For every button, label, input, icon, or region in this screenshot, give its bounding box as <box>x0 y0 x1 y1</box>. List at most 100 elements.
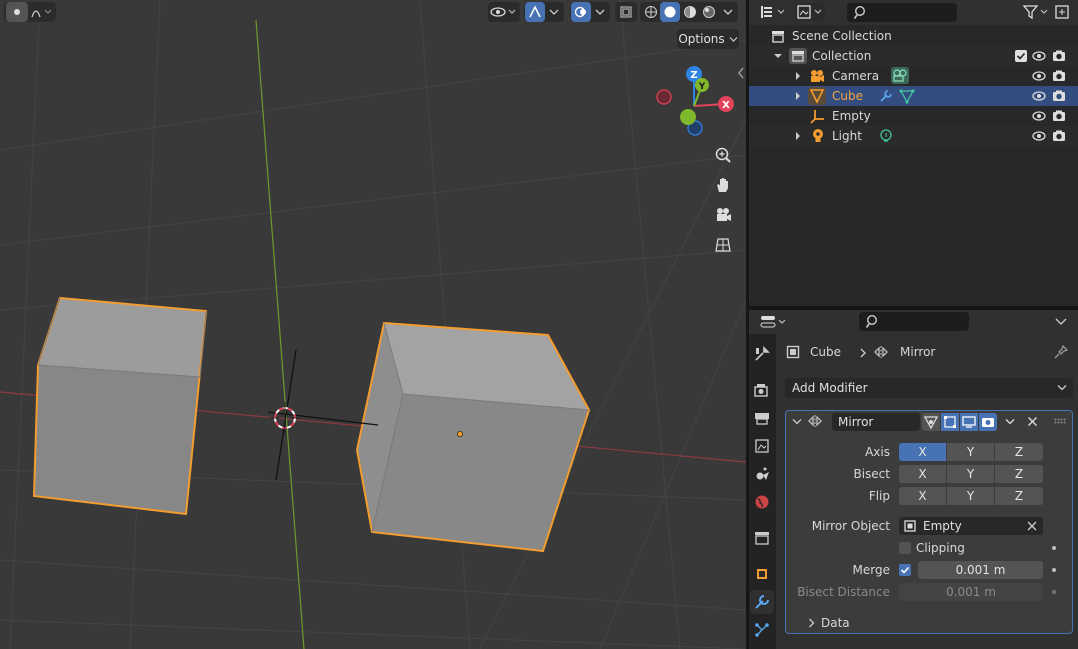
editor-type-icon[interactable] <box>759 313 789 331</box>
xray-toggle-icon[interactable] <box>615 2 637 22</box>
properties-content: Cube Mirror Add Modifier Mirror Axis X Y… <box>776 334 1078 649</box>
tool-tab-icon[interactable] <box>750 342 774 366</box>
bisect-distance-field[interactable]: 0.001 m <box>899 583 1043 601</box>
wireframe-shading-icon[interactable] <box>641 2 660 22</box>
output-tab-icon[interactable] <box>750 406 774 430</box>
camera-data-icon[interactable] <box>891 67 909 84</box>
collection-tab-icon[interactable] <box>750 526 774 550</box>
outliner-search-input[interactable] <box>847 3 957 22</box>
solid-shading-icon[interactable] <box>660 2 680 22</box>
data-subpanel-label[interactable]: Data <box>821 616 850 630</box>
gizmo-toggle-icon[interactable] <box>525 2 545 22</box>
overlays-toggle-icon[interactable] <box>571 2 591 22</box>
render-camera-icon[interactable] <box>1052 49 1066 63</box>
outliner-row-collection[interactable]: Collection <box>749 46 1078 66</box>
y-axis-line <box>255 19 305 649</box>
options-button[interactable]: Options <box>677 29 739 49</box>
light-data-icon[interactable] <box>879 129 893 143</box>
viewport-scene[interactable] <box>0 0 746 649</box>
axis-z-toggle[interactable]: Z <box>995 443 1043 461</box>
properties-tabs <box>749 334 776 649</box>
edit-mode-toggle-icon[interactable] <box>941 413 959 431</box>
keyframe-dot-icon[interactable] <box>1052 546 1056 550</box>
eye-icon[interactable] <box>1032 50 1046 62</box>
outliner-row-scene-collection[interactable]: Scene Collection <box>749 26 1078 46</box>
properties-search-input[interactable] <box>859 312 969 331</box>
navigation-gizmo[interactable]: Z Y X <box>650 64 740 140</box>
bisect-x-toggle[interactable]: X <box>899 465 946 483</box>
wrench-icon[interactable] <box>879 89 893 103</box>
modifier-tab-icon[interactable] <box>750 590 774 614</box>
chevron-down-icon[interactable] <box>1055 317 1067 327</box>
gizmo-dropdown-icon[interactable] <box>546 2 562 22</box>
flip-x-toggle[interactable]: X <box>899 487 946 505</box>
eye-icon[interactable] <box>1032 70 1046 82</box>
render-camera-icon[interactable] <box>1052 129 1066 143</box>
mirror-object-field[interactable]: Empty <box>899 517 1043 535</box>
new-collection-icon[interactable] <box>1053 3 1073 21</box>
rendered-shading-icon[interactable] <box>699 2 718 22</box>
mirror-modifier-icon <box>808 415 822 427</box>
modifier-menu-chevron-icon[interactable] <box>1005 418 1015 426</box>
eye-icon[interactable] <box>1032 110 1046 122</box>
render-toggle-icon[interactable] <box>979 413 997 431</box>
eye-icon[interactable] <box>1032 90 1046 102</box>
exclude-checkbox[interactable] <box>1015 50 1027 62</box>
render-tab-icon[interactable] <box>750 378 774 402</box>
outliner-row-empty[interactable]: Empty <box>749 106 1078 126</box>
expand-arrow-icon[interactable] <box>793 91 803 101</box>
flip-y-toggle[interactable]: Y <box>947 487 994 505</box>
world-tab-icon[interactable] <box>750 490 774 514</box>
keyframe-dot-icon[interactable] <box>1052 590 1056 594</box>
bisect-z-toggle[interactable]: Z <box>995 465 1043 483</box>
clipping-checkbox[interactable] <box>899 542 911 554</box>
keyframe-dot-icon[interactable] <box>1052 568 1056 572</box>
outliner-row-light[interactable]: Light <box>749 126 1078 146</box>
shading-dropdown-icon[interactable] <box>719 2 737 22</box>
zoom-icon[interactable] <box>710 142 736 168</box>
view-layer-tab-icon[interactable] <box>750 434 774 458</box>
outliner-row-cube[interactable]: Cube <box>749 86 1078 106</box>
collapse-arrow-icon[interactable] <box>773 51 783 61</box>
hand-pan-icon[interactable] <box>710 172 736 198</box>
close-icon[interactable] <box>1027 416 1038 427</box>
add-modifier-dropdown[interactable]: Add Modifier <box>785 378 1073 398</box>
eye-icon[interactable] <box>1032 130 1046 142</box>
render-camera-icon[interactable] <box>1052 89 1066 103</box>
expand-arrow-icon[interactable] <box>793 131 803 141</box>
material-preview-shading-icon[interactable] <box>680 2 699 22</box>
pin-icon[interactable] <box>1054 345 1068 359</box>
flip-z-toggle[interactable]: Z <box>995 487 1043 505</box>
particles-tab-icon[interactable] <box>750 618 774 642</box>
merge-checkbox[interactable] <box>899 564 911 576</box>
render-camera-icon[interactable] <box>1052 109 1066 123</box>
bisect-y-toggle[interactable]: Y <box>947 465 994 483</box>
mesh-data-icon[interactable] <box>899 88 915 104</box>
object-tab-icon[interactable] <box>750 562 774 586</box>
3d-viewport[interactable]: Options Z Y X <box>0 0 746 649</box>
edit-mode-cage-icon[interactable] <box>922 413 940 431</box>
expand-arrow-icon[interactable] <box>793 71 803 81</box>
display-mode-icon[interactable] <box>759 3 789 21</box>
merge-distance-field[interactable]: 0.001 m <box>918 561 1043 579</box>
drag-handle-icon[interactable] <box>1054 418 1066 424</box>
modifier-name-input[interactable]: Mirror <box>832 413 920 431</box>
outliner-row-camera[interactable]: Camera <box>749 66 1078 86</box>
axis-y-toggle[interactable]: Y <box>947 443 994 461</box>
camera-view-icon[interactable] <box>710 202 736 228</box>
axis-x-toggle[interactable]: X <box>899 443 946 461</box>
proportional-falloff-icon[interactable] <box>29 2 55 22</box>
perspective-grid-icon[interactable] <box>710 232 736 258</box>
collapse-arrow-icon[interactable] <box>792 418 802 426</box>
overlays-dropdown-icon[interactable] <box>592 2 608 22</box>
clear-icon[interactable] <box>1027 521 1037 531</box>
render-camera-icon[interactable] <box>1052 69 1066 83</box>
filter-view-icon[interactable] <box>795 3 825 21</box>
expand-arrow-icon[interactable] <box>808 618 816 628</box>
filter-funnel-icon[interactable] <box>1021 3 1051 21</box>
collection-icon <box>789 48 807 64</box>
realtime-display-icon[interactable] <box>960 413 978 431</box>
scene-tab-icon[interactable] <box>750 462 774 486</box>
selectability-visibility-icon[interactable] <box>489 2 519 22</box>
object-mode-icon[interactable] <box>6 2 28 22</box>
